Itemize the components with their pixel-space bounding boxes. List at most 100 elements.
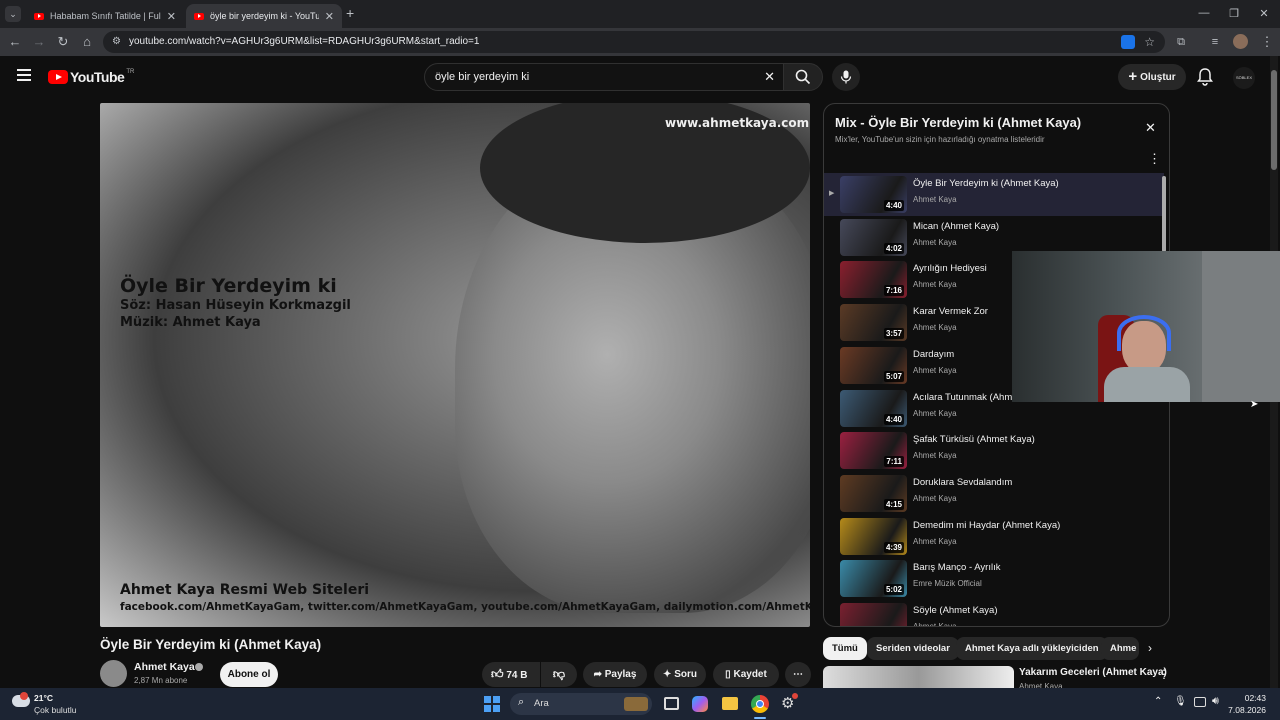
dislike-button[interactable]: 👎︎: [541, 662, 577, 687]
tab-title: öyle bir yerdeyim ki - YouTube: [210, 11, 319, 21]
youtube-wordmark: YouTube: [70, 69, 125, 85]
playlist-item[interactable]: Söyle (Ahmet Kaya) Ahmet Kaya: [824, 600, 1164, 626]
chrome-icon[interactable]: [751, 695, 769, 713]
video-player[interactable]: www.ahmetkaya.com Öyle Bir Yerdeyim ki S…: [100, 103, 810, 627]
video-title: Öyle Bir Yerdeyim ki (Ahmet Kaya): [100, 637, 322, 652]
display-tray-icon[interactable]: [1194, 697, 1206, 707]
chip-from-series[interactable]: Seriden videolar: [867, 637, 959, 660]
thumbs-down-icon: 👎︎: [552, 667, 566, 681]
playlist-item[interactable]: 5:02 Barış Manço - Ayrılık Emre Müzik Offi…: [824, 557, 1164, 600]
playlist-thumbnail[interactable]: 3:57: [840, 304, 907, 342]
profile-avatar[interactable]: [1233, 34, 1248, 49]
now-playing-icon: ▶: [829, 190, 835, 197]
playlist-item-title: Karar Vermek Zor: [913, 306, 988, 318]
playlist-thumbnail[interactable]: 7:16: [840, 261, 907, 299]
youtube-logo[interactable]: YouTube TR: [48, 69, 134, 85]
tray-overflow-icon[interactable]: ⌃: [1154, 696, 1162, 707]
playlist-item[interactable]: ▶ 4:40 Öyle Bir Yerdeyim ki (Ahmet Kaya) Ah…: [824, 173, 1164, 216]
new-tab-button[interactable]: +: [346, 5, 354, 21]
chip-from-uploader[interactable]: Ahmet Kaya adlı yükleyiciden: [956, 637, 1108, 660]
voice-search-button[interactable]: [832, 63, 860, 91]
chips-next-icon[interactable]: ›: [1148, 641, 1152, 655]
hamburger-menu-icon[interactable]: [17, 69, 31, 81]
window-close-icon[interactable]: ✕: [1254, 7, 1274, 20]
taskbar-search[interactable]: ⌕ Ara: [510, 693, 652, 715]
playlist-thumbnail[interactable]: 7:11: [840, 432, 907, 470]
account-avatar[interactable]: SÖBLEX: [1233, 67, 1255, 89]
forward-icon[interactable]: →: [30, 34, 48, 50]
browser-menu-icon[interactable]: ⋮: [1258, 34, 1276, 50]
playlist-item[interactable]: 7:11 Şafak Türküsü (Ahmet Kaya) Ahmet Kaya: [824, 429, 1164, 472]
playlist-thumbnail[interactable]: [840, 603, 907, 626]
playlist-thumbnail[interactable]: 4:40: [840, 176, 907, 213]
minimize-icon[interactable]: —: [1194, 7, 1214, 19]
weather-temperature[interactable]: 21°C: [34, 693, 53, 703]
playlist-item-title: Mican (Ahmet Kaya): [913, 220, 1000, 232]
like-button[interactable]: 👍︎ 74 B: [482, 662, 540, 687]
url-text: youtube.com/watch?v=AGHUr3g6URM&list=RDA…: [129, 36, 480, 47]
duration-badge: 5:02: [883, 584, 904, 596]
reload-icon[interactable]: ↻: [54, 34, 72, 50]
recommendation-thumbnail[interactable]: [823, 666, 1014, 688]
overlay-song-title: Öyle Bir Yerdeyim ki: [120, 275, 337, 297]
save-button[interactable]: ▯ Kaydet: [713, 662, 779, 687]
playlist-subtitle: Mix'ler, YouTube'un sizin için hazırladı…: [835, 135, 1045, 144]
playlist-thumbnail[interactable]: 5:02: [840, 560, 907, 598]
playlist-item-title: Söyle (Ahmet Kaya): [913, 605, 998, 616]
restore-icon[interactable]: ❐: [1224, 7, 1244, 20]
clock-date[interactable]: 7.08.2026: [1208, 705, 1266, 715]
channel-name[interactable]: Ahmet Kaya: [134, 661, 195, 673]
back-icon[interactable]: ←: [6, 34, 24, 50]
duration-badge: 5:07: [883, 370, 904, 382]
clear-search-icon[interactable]: ✕: [764, 64, 775, 90]
bookmark-star-icon[interactable]: ☆: [1144, 31, 1155, 53]
close-tab-icon[interactable]: ✕: [325, 10, 334, 23]
playlist-thumbnail[interactable]: 4:40: [840, 389, 907, 427]
playlist-thumbnail[interactable]: 4:39: [840, 517, 907, 555]
playlist-thumbnail[interactable]: 4:15: [840, 474, 907, 512]
channel-avatar[interactable]: [100, 660, 127, 687]
close-playlist-icon[interactable]: ✕: [1145, 120, 1156, 136]
playlist-menu-icon[interactable]: ⋮: [1148, 151, 1161, 167]
search-button[interactable]: [783, 63, 823, 91]
playlist-item[interactable]: 4:39 Demedim mi Haydar (Ahmet Kaya) Ahmet …: [824, 515, 1164, 558]
extensions-icon[interactable]: ⧉: [1172, 34, 1190, 50]
scrollbar-thumb[interactable]: [1271, 70, 1277, 170]
search-input[interactable]: öyle bir yerdeyim ki ✕: [424, 63, 784, 91]
microphone-tray-icon[interactable]: 🎙︎: [1174, 696, 1187, 707]
ask-button[interactable]: ✦ Soru: [654, 662, 706, 687]
create-button[interactable]: + Oluştur: [1118, 64, 1186, 90]
more-actions-button[interactable]: ⋯: [785, 662, 811, 687]
browser-tab-youtube[interactable]: öyle bir yerdeyim ki - YouTube ✕: [186, 4, 342, 28]
playlist-thumbnail[interactable]: 5:07: [840, 346, 907, 384]
translate-icon[interactable]: [1121, 35, 1135, 49]
task-view-icon[interactable]: [664, 697, 679, 710]
headphones-shape: [1117, 315, 1171, 351]
chip-more[interactable]: Ahme: [1101, 637, 1139, 660]
playlist-item-channel: Ahmet Kaya: [913, 536, 957, 546]
copilot-icon[interactable]: [692, 696, 708, 712]
playlist-item[interactable]: 4:15 Doruklara Sevdalandım Ahmet Kaya: [824, 472, 1164, 515]
playlist-scrollbar[interactable]: [1162, 176, 1166, 252]
tab-search-button[interactable]: ⌄: [5, 6, 21, 22]
close-tab-icon[interactable]: ✕: [167, 10, 176, 23]
clock-time[interactable]: 02:43: [1218, 693, 1266, 703]
notifications-bell-icon[interactable]: [1197, 68, 1213, 91]
recommendation-menu-icon[interactable]: ⋮: [1158, 667, 1170, 681]
site-info-icon[interactable]: ⚙: [112, 31, 121, 53]
browser-tab-hababam[interactable]: Hababam Sınıfı Tatilde | Full HD ✕: [26, 4, 184, 28]
start-button-icon[interactable]: [484, 696, 500, 712]
playlist-thumbnail[interactable]: 4:02: [840, 218, 907, 256]
weather-description: Çok bulutlu: [34, 705, 77, 715]
recommendation-title[interactable]: Yakarım Geceleri (Ahmet Kaya): [1019, 667, 1167, 678]
subscribe-button[interactable]: Abone ol: [220, 662, 278, 687]
home-icon[interactable]: ⌂: [78, 34, 96, 50]
like-count: 74 B: [506, 670, 528, 681]
share-button[interactable]: ➦ Paylaş: [583, 662, 647, 687]
playlist-item-title: Şafak Türküsü (Ahmet Kaya): [913, 434, 1035, 446]
chip-all[interactable]: Tümü: [823, 637, 867, 660]
file-explorer-icon[interactable]: [722, 697, 738, 710]
youtube-masthead: YouTube TR öyle bir yerdeyim ki ✕ + Oluşt…: [0, 56, 1280, 688]
address-bar[interactable]: ⚙ youtube.com/watch?v=AGHUr3g6URM&list=R…: [103, 31, 1165, 53]
reading-list-icon[interactable]: ≡: [1206, 34, 1224, 50]
